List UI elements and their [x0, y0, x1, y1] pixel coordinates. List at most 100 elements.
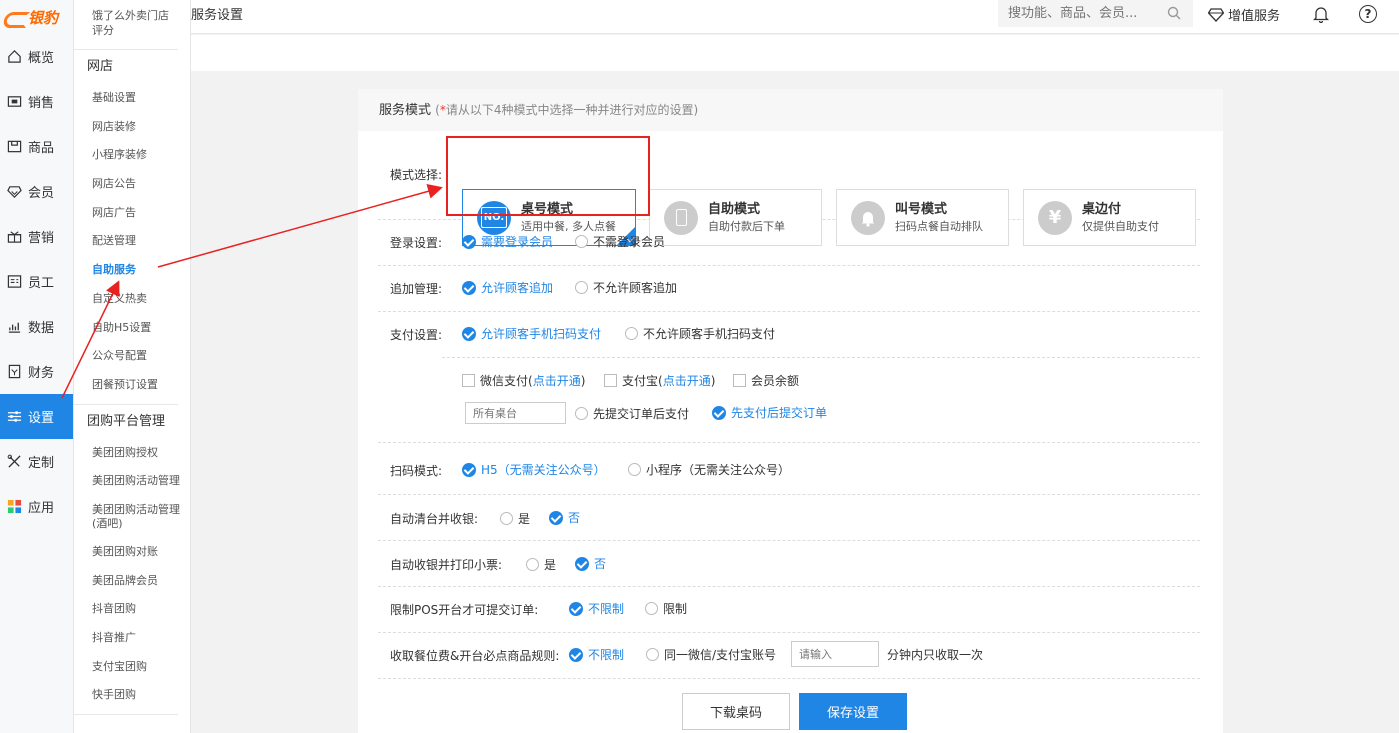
- custom-icon: [6, 454, 22, 470]
- pos-no-limit-radio[interactable]: 不限制: [569, 600, 624, 617]
- alipay-open-link[interactable]: 点击开通: [663, 372, 711, 389]
- nav-item-0[interactable]: 概览: [0, 34, 73, 79]
- disallow-addon-radio[interactable]: 不允许顾客追加: [575, 279, 677, 296]
- pos-limit-radio[interactable]: 限制: [645, 600, 687, 617]
- sub-nav-item[interactable]: 团餐预订设置: [74, 371, 190, 400]
- mode-title: 自助模式: [708, 202, 761, 217]
- nav-item-9[interactable]: 定制: [0, 439, 73, 484]
- download-table-code-button[interactable]: 下载桌码: [682, 693, 790, 730]
- nav-item-4[interactable]: 营销: [0, 214, 73, 259]
- nav-item-label: 数据: [28, 321, 55, 336]
- auto-clear-no-radio[interactable]: 否: [549, 509, 580, 526]
- value-added-label: 增值服务: [1228, 9, 1281, 24]
- marketing-icon: [6, 229, 22, 245]
- nav-item-label: 概览: [28, 51, 55, 66]
- auto-clear-label: 自动清台并收银:: [390, 512, 479, 526]
- nav-item-label: 设置: [28, 411, 55, 426]
- sub-nav-item[interactable]: 网店广告: [74, 199, 190, 228]
- auto-clear-yes-radio[interactable]: 是: [500, 510, 530, 527]
- staff-icon: [6, 274, 22, 290]
- nav-item-6[interactable]: 数据: [0, 304, 73, 349]
- divider: [74, 714, 178, 716]
- sub-nav-item[interactable]: 美团团购活动管理: [74, 467, 190, 496]
- sub-nav-item[interactable]: 自助H5设置: [74, 314, 190, 343]
- sub-nav-item[interactable]: 公众号配置: [74, 342, 190, 371]
- fee-rule-label: 收取餐位费&开台必点商品规则:: [390, 649, 560, 663]
- nav-item-5[interactable]: 员工: [0, 259, 73, 304]
- page-title: 服务设置: [191, 8, 244, 23]
- sub-nav-item[interactable]: 基础设置: [74, 84, 190, 113]
- sub-nav-item[interactable]: 抖音团购: [74, 595, 190, 624]
- sub-nav-item[interactable]: 网店公告: [74, 170, 190, 199]
- wechat-open-link[interactable]: 点击开通: [533, 372, 581, 389]
- save-settings-button[interactable]: 保存设置: [799, 693, 907, 730]
- table-select-input[interactable]: [465, 402, 566, 424]
- nav-item-1[interactable]: 销售: [0, 79, 73, 124]
- fee-same-account-radio[interactable]: 同一微信/支付宝账号: [646, 646, 776, 663]
- auto-print-yes-radio[interactable]: 是: [526, 556, 556, 573]
- order-then-pay-radio[interactable]: 先提交订单后支付: [575, 405, 689, 422]
- data-icon: [6, 319, 22, 335]
- sales-icon: [6, 94, 22, 110]
- minutes-input[interactable]: [791, 641, 879, 667]
- sub-nav-item[interactable]: 配送管理: [74, 227, 190, 256]
- fee-no-limit-radio[interactable]: 不限制: [569, 646, 624, 663]
- sub-nav-item[interactable]: 美团团购对账: [74, 538, 190, 567]
- nav-item-label: 员工: [28, 276, 55, 291]
- allow-scan-pay-radio[interactable]: 允许顾客手机扫码支付: [462, 325, 601, 342]
- scan-miniprogram-radio[interactable]: 小程序（无需关注公众号）: [628, 461, 790, 478]
- login-not-required-radio[interactable]: 不需登录会员: [575, 233, 665, 250]
- sub-nav-item-eleme-rating[interactable]: 饿了么外卖门店评分: [74, 0, 178, 50]
- sub-nav-item[interactable]: 美团团购授权: [74, 439, 190, 468]
- sub-header-strip: [191, 35, 1399, 71]
- scan-h5-radio[interactable]: H5（无需关注公众号）: [462, 461, 606, 478]
- finance-icon: [6, 364, 22, 380]
- sub-nav-item[interactable]: 小程序装修: [74, 141, 190, 170]
- pos-limit-label: 限制POS开台才可提交订单:: [390, 603, 539, 617]
- login-required-radio[interactable]: 需要登录会员: [462, 233, 553, 250]
- alipay-checkbox[interactable]: 支付宝(点击开通): [604, 372, 715, 389]
- sub-nav-item[interactable]: 抖音推广: [74, 624, 190, 653]
- disallow-scan-pay-radio[interactable]: 不允许顾客手机扫码支付: [625, 325, 775, 342]
- auto-print-no-radio[interactable]: 否: [575, 555, 606, 572]
- panel-title: 服务模式: [379, 103, 432, 118]
- settings-icon: [6, 409, 22, 425]
- sub-nav-item[interactable]: 美团团购活动管理(酒吧): [74, 496, 190, 538]
- nav-item-label: 销售: [28, 96, 55, 111]
- diamond-icon: [1208, 7, 1224, 22]
- pay-options-row: 微信支付(点击开通) 支付宝(点击开通) 会员余额 先提交订单后支付 先支付后提…: [378, 357, 1200, 443]
- nav-item-3[interactable]: 会员: [0, 169, 73, 214]
- nav-item-7[interactable]: 财务: [0, 349, 73, 394]
- sub-nav-item[interactable]: 自定义热卖: [74, 285, 190, 314]
- sub-nav-group-webstore: 网店: [87, 59, 114, 74]
- nav-item-10[interactable]: 应用: [0, 484, 73, 529]
- help-icon[interactable]: ?: [1359, 5, 1377, 23]
- logo-text: 银豹: [28, 8, 59, 27]
- pay-label: 支付设置:: [390, 328, 443, 342]
- sub-nav-item[interactable]: 网店装修: [74, 113, 190, 142]
- apps-icon: [6, 499, 22, 515]
- nav-item-8[interactable]: 设置: [0, 394, 73, 439]
- search-icon[interactable]: [1167, 6, 1181, 20]
- mode-title: 叫号模式: [895, 202, 948, 217]
- login-label: 登录设置:: [390, 236, 443, 250]
- bell-icon[interactable]: [1313, 5, 1329, 23]
- sub-nav-item[interactable]: 美团品牌会员: [74, 567, 190, 596]
- allow-addon-radio[interactable]: 允许顾客追加: [462, 279, 553, 296]
- addon-row: 追加管理: 允许顾客追加 不允许顾客追加: [378, 266, 1200, 312]
- sub-nav-item[interactable]: 支付宝团购: [74, 653, 190, 682]
- panel-header: 服务模式 (*请从以下4种模式中选择一种并进行对应的设置): [358, 89, 1223, 131]
- nav-item-label: 营销: [28, 231, 55, 246]
- value-added-services-button[interactable]: 增值服务: [1208, 5, 1280, 24]
- member-balance-checkbox[interactable]: 会员余额: [733, 372, 799, 389]
- sub-nav-item[interactable]: 自助服务: [74, 256, 190, 285]
- sub-nav-item[interactable]: 快手团购: [74, 681, 190, 710]
- logo-icon: [4, 9, 26, 25]
- nav-item-2[interactable]: 商品: [0, 124, 73, 169]
- auto-print-row: 自动收银并打印小票: 是 否: [378, 541, 1200, 587]
- pay-then-order-radio[interactable]: 先支付后提交订单: [712, 404, 827, 421]
- logo[interactable]: 银豹: [0, 0, 73, 34]
- member-icon: [6, 184, 22, 200]
- search-input[interactable]: [998, 0, 1193, 27]
- wechat-pay-checkbox[interactable]: 微信支付(点击开通): [462, 372, 585, 389]
